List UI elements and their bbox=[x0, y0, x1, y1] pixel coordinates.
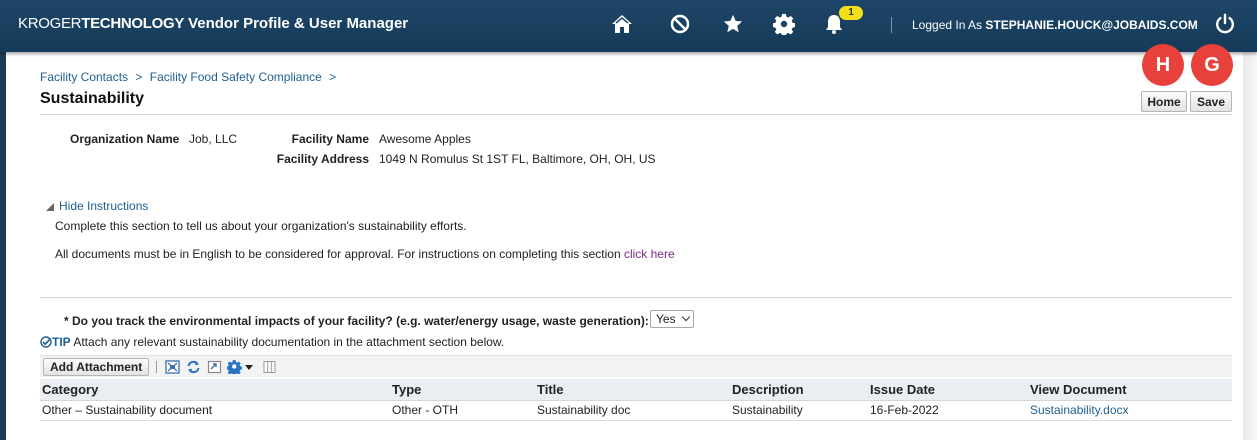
breadcrumb-facility-contacts[interactable]: Facility Contacts bbox=[40, 70, 128, 84]
cell-issue-date: 16-Feb-2022 bbox=[868, 400, 1028, 421]
header-divider bbox=[891, 17, 892, 33]
tip-line: TIP Attach any relevant sustainability d… bbox=[40, 335, 504, 349]
org-name-value: Job, LLC bbox=[189, 132, 238, 146]
facility-address-value: 1049 N Romulus St 1ST FL, Baltimore, OH,… bbox=[379, 152, 656, 166]
column-header-description: Description bbox=[730, 379, 868, 401]
dropdown-icon[interactable] bbox=[244, 360, 254, 374]
user-email: STEPHANIE.HOUCK@JOBAIDS.COM bbox=[985, 18, 1198, 32]
window-left-edge bbox=[0, 0, 6, 440]
app-title: Vendor Profile & User Manager bbox=[188, 15, 409, 32]
breadcrumb: Facility Contacts > Facility Food Safety… bbox=[40, 70, 340, 84]
tip-label: TIP bbox=[52, 335, 71, 349]
tip-check-icon bbox=[40, 336, 52, 348]
column-header-type: Type bbox=[390, 379, 535, 401]
page-title: Sustainability bbox=[40, 90, 145, 107]
page: KROGERTECHNOLOGY Vendor Profile & User Ma… bbox=[0, 0, 1257, 440]
facility-name-label: Facility Name bbox=[291, 132, 369, 146]
cell-title: Sustainability doc bbox=[535, 400, 730, 421]
detach-icon[interactable] bbox=[165, 360, 180, 374]
header-bar: KROGERTECHNOLOGY Vendor Profile & User Ma… bbox=[0, 0, 1257, 52]
attachment-toolbar: Add Attachment bbox=[40, 355, 1232, 377]
click-here-link[interactable]: click here bbox=[624, 247, 675, 261]
cell-type: Other - OTH bbox=[390, 400, 535, 421]
logged-in-label: Logged In As bbox=[912, 18, 983, 32]
title-divider bbox=[40, 114, 1232, 115]
column-header-view-document: View Document bbox=[1028, 379, 1232, 401]
table-row: Other – Sustainability document Other - … bbox=[40, 400, 1232, 421]
home-icon[interactable] bbox=[609, 11, 635, 37]
table-header-row: Category Type Title Description Issue Da… bbox=[40, 379, 1232, 401]
column-header-title: Title bbox=[535, 379, 730, 401]
instructions-line-2: All documents must be in English to be c… bbox=[55, 247, 675, 261]
attachments-table: Category Type Title Description Issue Da… bbox=[40, 379, 1232, 421]
power-icon[interactable] bbox=[1212, 11, 1238, 37]
column-header-issue-date: Issue Date bbox=[868, 379, 1028, 401]
brand-kroger: KROGER bbox=[18, 15, 82, 32]
environment-select-value: Yes bbox=[656, 312, 676, 326]
logged-in-status: Logged In As STEPHANIE.HOUCK@JOBAIDS.COM bbox=[912, 18, 1198, 32]
notification-badge: 1 bbox=[839, 6, 863, 20]
facility-address-label: Facility Address bbox=[276, 152, 369, 166]
save-button[interactable]: Save bbox=[1190, 91, 1232, 112]
window-right-edge bbox=[1243, 40, 1257, 440]
collapse-triangle-icon bbox=[46, 203, 54, 211]
save-marker: G bbox=[1191, 44, 1233, 86]
star-icon[interactable] bbox=[720, 11, 746, 37]
hide-instructions-label: Hide Instructions bbox=[59, 199, 149, 213]
view-document-link[interactable]: Sustainability.docx bbox=[1030, 403, 1129, 417]
brand-technology: TECHNOLOGY bbox=[81, 15, 185, 32]
add-attachment-button[interactable]: Add Attachment bbox=[43, 358, 150, 376]
home-marker: H bbox=[1142, 44, 1184, 86]
cell-view-document: Sustainability.docx bbox=[1028, 400, 1232, 421]
breadcrumb-separator: > bbox=[329, 70, 337, 84]
instructions-line-1: Complete this section to tell us about y… bbox=[55, 219, 467, 233]
breadcrumb-facility-food-safety[interactable]: Facility Food Safety Compliance bbox=[150, 70, 322, 84]
cell-description: Sustainability bbox=[730, 400, 868, 421]
cell-category: Other – Sustainability document bbox=[40, 400, 390, 421]
section-divider bbox=[40, 297, 1232, 298]
environment-question: * Do you track the environmental impacts… bbox=[64, 314, 649, 328]
home-button[interactable]: Home bbox=[1141, 91, 1187, 112]
breadcrumb-separator: > bbox=[135, 70, 143, 84]
instructions-line-2-text: All documents must be in English to be c… bbox=[55, 247, 621, 261]
refresh-icon[interactable] bbox=[186, 360, 201, 374]
gear-icon[interactable] bbox=[771, 11, 797, 37]
settings-icon[interactable] bbox=[227, 360, 242, 374]
tip-text: Attach any relevant sustainability docum… bbox=[73, 335, 505, 349]
environment-select[interactable]: Yes bbox=[650, 310, 694, 328]
column-header-category: Category bbox=[40, 379, 390, 401]
toolbar-separator bbox=[156, 361, 157, 373]
export-icon[interactable] bbox=[207, 360, 222, 374]
chevron-down-icon bbox=[681, 312, 691, 322]
org-name-label: Organization Name bbox=[70, 132, 180, 146]
hide-instructions-toggle[interactable]: Hide Instructions bbox=[46, 199, 148, 213]
facility-name-value: Awesome Apples bbox=[379, 132, 471, 146]
columns-icon[interactable] bbox=[262, 360, 277, 374]
no-entry-icon[interactable] bbox=[667, 11, 693, 37]
brand-title: KROGERTECHNOLOGY Vendor Profile & User Ma… bbox=[18, 15, 408, 32]
